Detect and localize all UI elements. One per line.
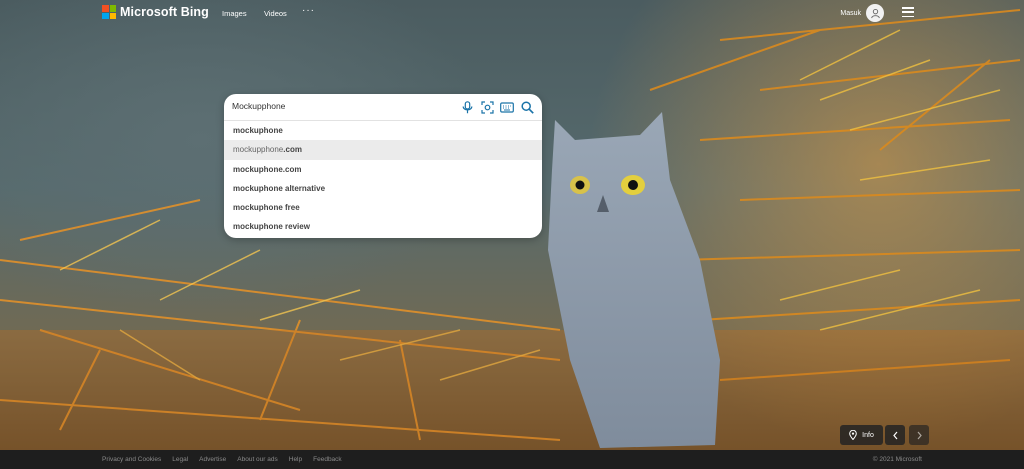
- info-button[interactable]: Info: [840, 425, 883, 445]
- location-pin-icon: [849, 430, 857, 440]
- top-bar: Microsoft Bing Images Videos ··· Masuk: [0, 0, 1024, 28]
- nav-images-link[interactable]: Images: [222, 9, 247, 18]
- search-icon[interactable]: [520, 100, 534, 114]
- info-label: Info: [862, 431, 874, 439]
- footer-link-advertise[interactable]: Advertise: [199, 456, 226, 463]
- footer-link-feedback[interactable]: Feedback: [313, 456, 342, 463]
- copyright-text: © 2021 Microsoft: [872, 456, 922, 463]
- suggestion-item[interactable]: mockuphone: [224, 121, 542, 140]
- search-actions: [460, 100, 534, 114]
- search-input[interactable]: [232, 101, 452, 111]
- avatar-icon: [866, 4, 884, 22]
- footer-link-privacy[interactable]: Privacy and Cookies: [102, 456, 161, 463]
- hamburger-menu-icon[interactable]: [902, 7, 914, 17]
- chevron-right-icon: [917, 431, 922, 439]
- microphone-icon[interactable]: [460, 100, 474, 114]
- keyboard-icon[interactable]: [500, 100, 514, 114]
- suggestion-item[interactable]: mockuphone free: [224, 198, 542, 217]
- suggestion-item-highlighted[interactable]: mockupphone.com: [224, 140, 542, 160]
- visual-search-icon[interactable]: [480, 100, 494, 114]
- footer: Privacy and Cookies Legal Advertise Abou…: [0, 450, 1024, 469]
- footer-links: Privacy and Cookies Legal Advertise Abou…: [102, 456, 342, 463]
- sign-in-button[interactable]: Masuk: [840, 4, 884, 22]
- search-box: mockuphone mockupphone.com mockuphone.co…: [224, 94, 542, 238]
- footer-link-about-ads[interactable]: About our ads: [237, 456, 277, 463]
- footer-link-legal[interactable]: Legal: [172, 456, 188, 463]
- nav-videos-link[interactable]: Videos: [264, 9, 287, 18]
- user-name: Masuk: [840, 9, 861, 17]
- microsoft-logo-icon: [102, 5, 116, 19]
- previous-image-button[interactable]: [885, 425, 905, 445]
- chevron-left-icon: [892, 431, 897, 439]
- suggestion-item[interactable]: mockuphone alternative: [224, 179, 542, 198]
- suggestion-list: mockuphone mockupphone.com mockuphone.co…: [224, 121, 542, 237]
- logo-text: Microsoft Bing: [120, 5, 209, 19]
- suggestion-item[interactable]: mockuphone.com: [224, 160, 542, 179]
- suggestion-item[interactable]: mockuphone review: [224, 217, 542, 236]
- footer-link-help[interactable]: Help: [289, 456, 302, 463]
- search-bar: [224, 94, 542, 121]
- next-image-button[interactable]: [909, 425, 929, 445]
- bing-logo[interactable]: Microsoft Bing: [102, 5, 209, 19]
- more-options-icon[interactable]: ···: [302, 5, 315, 16]
